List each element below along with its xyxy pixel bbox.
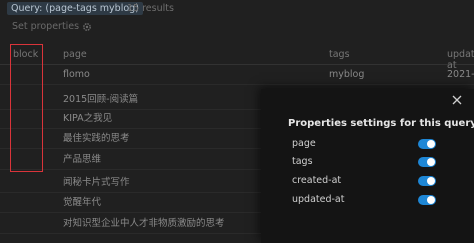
query-results-view: Query: (page-tags myblog) 15 results Set… [0, 0, 474, 243]
property-label-tags: tags [292, 156, 313, 167]
column-header-tags[interactable]: tags [329, 49, 350, 60]
page-link[interactable]: 闻秘卡片式写作 [63, 177, 130, 188]
page-link[interactable]: 2015回顾-阅读篇 [63, 94, 138, 105]
set-properties-button[interactable]: Set properties [12, 20, 92, 33]
property-label-updated-at: updated-at [292, 194, 345, 205]
updated-at-cell: 2021-0 [447, 69, 474, 80]
set-properties-label: Set properties [12, 21, 80, 32]
table-row: flomo myblog 2021-0 [0, 65, 474, 85]
toggle-page[interactable] [418, 139, 436, 149]
toggle-created-at[interactable] [418, 176, 436, 186]
column-header-page[interactable]: page [63, 49, 87, 60]
results-count: 15 results [127, 3, 174, 14]
page-link[interactable]: 对知识型企业中人才非物质激励的思考 [63, 218, 225, 229]
page-link[interactable]: 觉醒年代 [63, 197, 101, 208]
query-badge[interactable]: Query: (page-tags myblog) [7, 2, 143, 15]
gear-icon[interactable] [82, 22, 92, 32]
tag-link[interactable]: myblog [329, 69, 364, 80]
block-column-highlight [10, 44, 43, 172]
page-link[interactable]: flomo [63, 69, 90, 80]
close-icon[interactable] [452, 95, 462, 105]
toggle-updated-at[interactable] [418, 195, 436, 205]
property-label-created-at: created-at [292, 175, 342, 186]
toggle-tags[interactable] [418, 157, 436, 167]
page-link[interactable]: KIPA之我见 [63, 113, 112, 124]
table-header: block page tags updated-at [0, 44, 474, 71]
property-label-page: page [292, 138, 316, 149]
page-link[interactable]: 产品思维 [63, 154, 101, 165]
page-link[interactable]: 最佳实践的思考 [63, 133, 130, 144]
popup-title: Properties settings for this query: [288, 118, 474, 129]
